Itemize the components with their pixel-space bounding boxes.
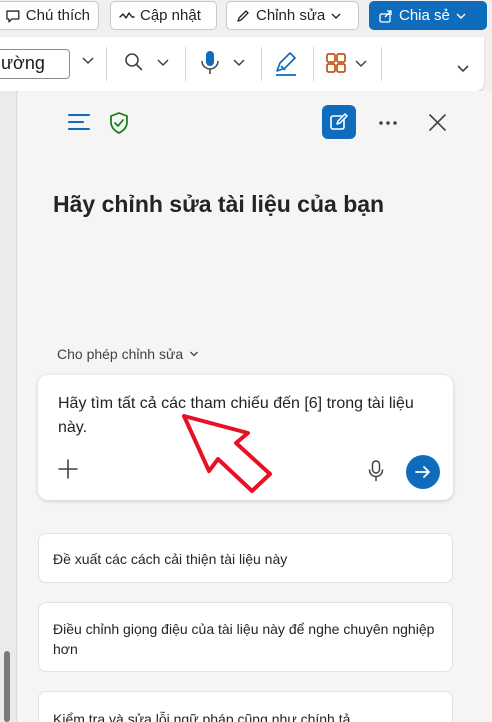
- suggestion-card[interactable]: Đề xuất các cách cải thiện tài liệu này: [38, 533, 453, 583]
- ribbon-divider: [381, 47, 382, 81]
- style-selector[interactable]: ường: [0, 49, 70, 79]
- suggestion-card[interactable]: Điều chỉnh giọng điệu của tài liệu này đ…: [38, 602, 453, 672]
- chevron-down-icon: [456, 13, 466, 19]
- comment-icon: [6, 9, 20, 23]
- chevron-down-icon[interactable]: [155, 54, 171, 70]
- copilot-heading: Hãy chỉnh sửa tài liệu của bạn: [53, 191, 385, 217]
- ribbon-divider: [261, 47, 262, 81]
- add-attachment-icon[interactable]: [58, 459, 78, 479]
- chevron-down-icon[interactable]: [353, 55, 369, 71]
- comments-label: Chú thích: [25, 7, 90, 24]
- ribbon-divider: [313, 47, 314, 81]
- permission-dropdown[interactable]: Cho phép chỉnh sửa: [57, 346, 199, 362]
- chevron-down-icon: [190, 351, 199, 357]
- suggestion-label: Điều chỉnh giọng điệu của tài liệu này đ…: [53, 621, 435, 657]
- editor-icon[interactable]: [273, 51, 299, 77]
- ribbon: ường: [0, 37, 484, 91]
- copilot-pane: Hãy chỉnh sửa tài liệu của bạn Cho phép …: [18, 91, 492, 722]
- share-label: Chia sẻ: [399, 7, 450, 24]
- chevron-down-icon[interactable]: [231, 54, 247, 70]
- editing-mode-button[interactable]: Chỉnh sửa: [226, 1, 359, 30]
- share-button[interactable]: Chia sẻ: [369, 1, 487, 30]
- suggestion-label: Đề xuất các cách cải thiện tài liệu này: [53, 551, 288, 567]
- microphone-icon[interactable]: [368, 460, 384, 482]
- more-options-icon[interactable]: [378, 120, 398, 126]
- top-toolbar: Chú thích Cập nhật Chỉnh sửa Chia sẻ: [0, 0, 492, 32]
- scrollbar-thumb[interactable]: [4, 651, 10, 722]
- expand-ribbon-chevron-icon[interactable]: [455, 61, 471, 77]
- prompt-input[interactable]: Hãy tìm tất cả các tham chiếu đến [6] tr…: [58, 392, 418, 440]
- comments-button[interactable]: Chú thích: [0, 1, 99, 30]
- compose-icon: [330, 113, 348, 130]
- catchup-label: Cập nhật: [140, 7, 201, 24]
- dictate-microphone-icon[interactable]: [200, 50, 220, 76]
- new-chat-button[interactable]: [322, 105, 356, 139]
- suggestion-card[interactable]: Kiểm tra và sửa lỗi ngữ pháp cũng như ch…: [38, 691, 453, 722]
- prompt-input-card[interactable]: Hãy tìm tất cả các tham chiếu đến [6] tr…: [38, 375, 453, 500]
- arrow-right-icon: [415, 466, 430, 478]
- activity-icon: [119, 11, 135, 19]
- shield-check-icon: [110, 112, 128, 134]
- add-ins-grid-icon[interactable]: [325, 52, 347, 74]
- chevron-down-icon: [331, 13, 341, 19]
- document-scroll-strip: [0, 91, 17, 722]
- send-button[interactable]: [406, 455, 440, 489]
- style-dropdown-chevron-icon[interactable]: [80, 52, 96, 68]
- pencil-icon: [237, 9, 249, 22]
- suggestion-label: Kiểm tra và sửa lỗi ngữ pháp cũng như ch…: [53, 711, 351, 722]
- editing-label: Chỉnh sửa: [256, 7, 326, 24]
- ribbon-divider: [106, 47, 107, 81]
- share-icon: [379, 9, 392, 23]
- menu-icon[interactable]: [68, 113, 90, 131]
- search-icon[interactable]: [124, 52, 144, 72]
- close-icon[interactable]: [429, 114, 446, 131]
- permission-label: Cho phép chỉnh sửa: [57, 346, 184, 362]
- catchup-button[interactable]: Cập nhật: [110, 1, 217, 30]
- ribbon-divider: [185, 47, 186, 81]
